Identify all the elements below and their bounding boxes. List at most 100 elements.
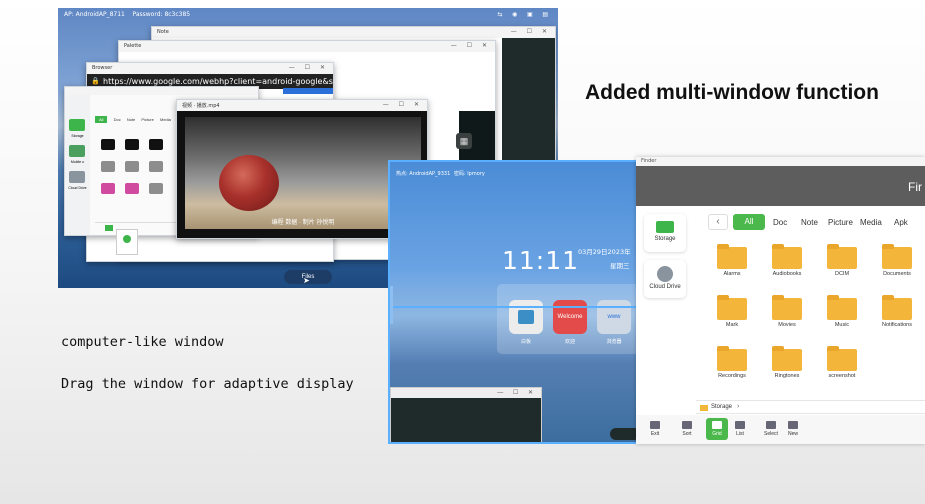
filter-picture[interactable]: Picture bbox=[141, 117, 153, 122]
back-chevron-icon[interactable]: ‹ bbox=[708, 214, 728, 230]
filter-apk[interactable]: Apk bbox=[894, 218, 908, 227]
mini-titlebar[interactable]: — ☐ ✕ bbox=[391, 388, 541, 398]
folder-small-icon bbox=[700, 405, 708, 411]
filter-picture[interactable]: Picture bbox=[828, 218, 853, 227]
home-screen: 热点: AndroidAP_9331 密码: lpmory 11:11 03月2… bbox=[388, 160, 638, 444]
dock-button[interactable] bbox=[610, 428, 636, 440]
sidebar-item-cloud-drive[interactable]: Cloud Drive bbox=[644, 260, 686, 298]
filter-media[interactable]: Media bbox=[160, 117, 171, 122]
file-icon[interactable] bbox=[125, 183, 139, 194]
folder-label[interactable]: Documents bbox=[869, 271, 925, 277]
folder-label[interactable]: DCIM bbox=[814, 271, 870, 277]
cloud-icon bbox=[657, 266, 673, 282]
file-icon[interactable] bbox=[149, 183, 163, 194]
file-icon[interactable] bbox=[101, 183, 115, 194]
folder-icon[interactable] bbox=[717, 244, 747, 269]
folder-icon[interactable] bbox=[717, 295, 747, 320]
app-label: 白板 bbox=[520, 339, 531, 345]
folder-icon[interactable] bbox=[717, 346, 747, 371]
fm-titlebar[interactable] bbox=[65, 87, 258, 95]
folder-label[interactable]: Notifications bbox=[869, 322, 925, 328]
folder-label[interactable]: Alarms bbox=[704, 271, 760, 277]
folder-icon[interactable] bbox=[772, 346, 802, 371]
file-icon[interactable] bbox=[125, 161, 139, 172]
video-titlebar[interactable]: 视频 · 播放.mp4 — ☐ ✕ bbox=[177, 100, 427, 111]
folder-label[interactable]: Audiobooks bbox=[759, 271, 815, 277]
window-controls[interactable]: — ☐ ✕ bbox=[497, 389, 537, 396]
browser-title: Browser bbox=[92, 65, 113, 71]
folder-icon[interactable] bbox=[827, 346, 857, 371]
grid-tool-icon[interactable]: ▦ bbox=[456, 133, 472, 149]
file-icon[interactable] bbox=[149, 139, 163, 150]
filter-note[interactable]: Note bbox=[801, 218, 818, 227]
list-button[interactable]: List bbox=[729, 421, 751, 437]
note-titlebar[interactable]: Note — ☐ ✕ bbox=[152, 27, 555, 38]
video-title: 视频 · 播放.mp4 bbox=[182, 103, 220, 109]
sidebar-label: Cloud Drive bbox=[649, 284, 681, 290]
filter-doc[interactable]: Doc bbox=[773, 218, 787, 227]
folder-icon[interactable] bbox=[882, 244, 912, 269]
filter-media[interactable]: Media bbox=[860, 218, 882, 227]
video-frame[interactable]: 编程 数据 · 制片 孙悦明 bbox=[185, 117, 421, 229]
folder-icon[interactable] bbox=[772, 244, 802, 269]
window-controls[interactable]: — ☐ ✕ bbox=[511, 28, 551, 35]
cloud-icon[interactable] bbox=[69, 171, 85, 183]
finder-titlebar[interactable]: Finder bbox=[636, 157, 925, 166]
fm-side-cloud[interactable]: Cloud Drive bbox=[66, 186, 89, 190]
finder-window[interactable]: Finder Fir Storage Cloud Drive ‹ All Doc… bbox=[636, 157, 925, 444]
mobile-icon[interactable] bbox=[69, 145, 85, 157]
progress-bar bbox=[283, 88, 333, 94]
lock-icon: 🔒 bbox=[91, 77, 100, 85]
path-storage[interactable]: Storage bbox=[711, 404, 732, 410]
window-controls[interactable]: — ☐ ✕ bbox=[289, 64, 329, 71]
folder-icon[interactable] bbox=[827, 295, 857, 320]
filter-note[interactable]: Note bbox=[127, 117, 135, 122]
hotspot-ssid: 热点: AndroidAP_9331 bbox=[396, 171, 451, 177]
filter-doc[interactable]: Doc bbox=[114, 117, 121, 122]
note-title: Note bbox=[157, 29, 169, 35]
file-icon[interactable] bbox=[125, 139, 139, 150]
new-button[interactable]: New bbox=[782, 421, 804, 437]
select-icon bbox=[766, 421, 776, 429]
menu-icon[interactable] bbox=[116, 229, 138, 255]
edge-handle[interactable] bbox=[390, 286, 393, 324]
palette-titlebar[interactable]: Palette — ☐ ✕ bbox=[119, 41, 495, 52]
folder-label[interactable]: Mark bbox=[704, 322, 760, 328]
folder-icon[interactable] bbox=[772, 295, 802, 320]
file-icon[interactable] bbox=[101, 139, 115, 150]
filter-all[interactable]: All bbox=[733, 214, 765, 230]
file-icon[interactable] bbox=[101, 161, 115, 172]
headline: Added multi-window function bbox=[585, 81, 879, 104]
browser-url[interactable]: https://www.google.com/webhp?client=andr… bbox=[103, 77, 333, 86]
drag-guide-line bbox=[390, 306, 636, 308]
fm-side-storage[interactable]: Storage bbox=[66, 134, 89, 138]
file-icon[interactable] bbox=[149, 161, 163, 172]
grid-button[interactable]: Grid bbox=[706, 418, 728, 440]
window-controls[interactable]: — ☐ ✕ bbox=[451, 42, 491, 49]
filter-all[interactable]: All bbox=[95, 116, 108, 123]
folder-label[interactable]: Movies bbox=[759, 322, 815, 328]
storage-icon[interactable] bbox=[69, 119, 85, 131]
grid-view-icon[interactable] bbox=[105, 225, 113, 231]
clock: 11:11 bbox=[502, 246, 580, 275]
fm-filters: All Doc Note Picture Media bbox=[95, 116, 171, 123]
minimized-window[interactable]: — ☐ ✕ bbox=[390, 387, 542, 442]
window-controls[interactable]: — ☐ ✕ bbox=[383, 101, 423, 108]
select-button[interactable]: Select bbox=[760, 421, 782, 437]
folder-label[interactable]: Music bbox=[814, 322, 870, 328]
hotspot-password: 密码: lpmory bbox=[454, 171, 485, 177]
folder-icon[interactable] bbox=[882, 295, 912, 320]
folder-icon[interactable] bbox=[827, 244, 857, 269]
browser-titlebar[interactable]: Browser — ☐ ✕ bbox=[87, 63, 333, 74]
folder-label[interactable]: Ringtones bbox=[759, 373, 815, 379]
folder-label[interactable]: Recordings bbox=[704, 373, 760, 379]
exit-button[interactable]: Exit bbox=[644, 421, 666, 437]
date: 03月29日2023年 bbox=[578, 248, 631, 256]
caption-line1: computer-like window bbox=[61, 334, 224, 350]
sidebar-item-storage[interactable]: Storage bbox=[644, 214, 686, 252]
note-canvas[interactable] bbox=[502, 38, 555, 175]
fm-side-mobile[interactable]: Mobile u bbox=[66, 160, 89, 164]
sort-button[interactable]: Sort bbox=[676, 421, 698, 437]
folder-label[interactable]: screenshot bbox=[814, 373, 870, 379]
sort-icon bbox=[682, 421, 692, 429]
